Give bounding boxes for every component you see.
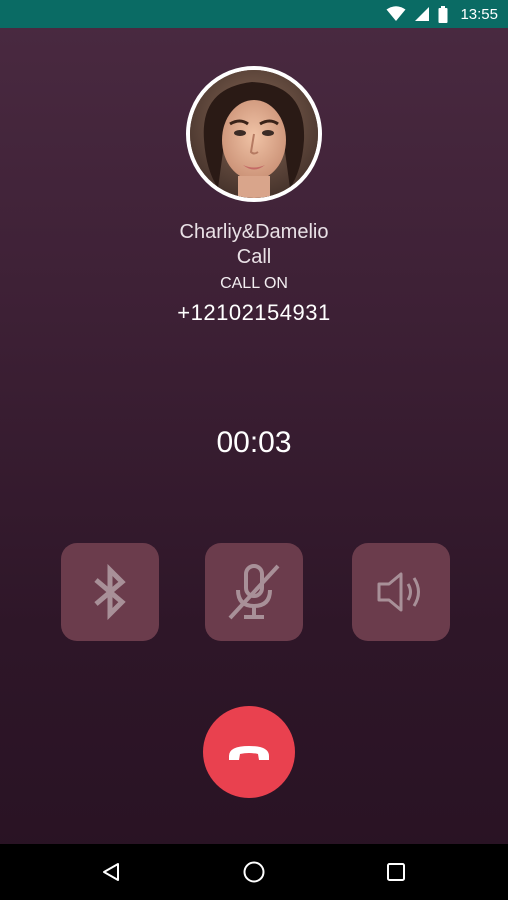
- battery-icon: [438, 5, 448, 23]
- bluetooth-icon: [94, 564, 126, 620]
- caller-name: Charliy&Damelio: [179, 221, 329, 243]
- call-timer: 00:03: [216, 426, 292, 459]
- caller-avatar: [186, 66, 322, 202]
- caller-photo: [190, 70, 318, 198]
- back-button[interactable]: [81, 844, 141, 900]
- speaker-button[interactable]: [352, 543, 450, 641]
- bluetooth-button[interactable]: [61, 543, 159, 641]
- recents-button[interactable]: [366, 844, 426, 900]
- mute-button[interactable]: [205, 543, 303, 641]
- status-time: 13:55: [460, 5, 498, 23]
- cellular-signal-icon: [415, 7, 430, 21]
- home-icon: [243, 861, 265, 883]
- status-bar: 13:55: [0, 0, 508, 28]
- end-call-button[interactable]: [203, 706, 295, 798]
- speaker-icon: [377, 572, 420, 612]
- microphone-muted-icon: [228, 564, 280, 620]
- home-button[interactable]: [224, 844, 284, 900]
- call-status: CALL ON: [220, 275, 288, 292]
- call-screen: 13:55 Charliy&Damelio Call CALL ON +1210…: [0, 0, 508, 900]
- navigation-bar: [0, 844, 508, 900]
- wifi-icon: [386, 6, 406, 21]
- call-label: Call: [236, 246, 272, 268]
- recents-icon: [387, 863, 405, 881]
- phone-number: +12102154931: [177, 300, 331, 325]
- status-icons: 13:55: [386, 0, 498, 28]
- back-icon: [103, 863, 119, 881]
- phone-hangup-icon: [229, 746, 269, 760]
